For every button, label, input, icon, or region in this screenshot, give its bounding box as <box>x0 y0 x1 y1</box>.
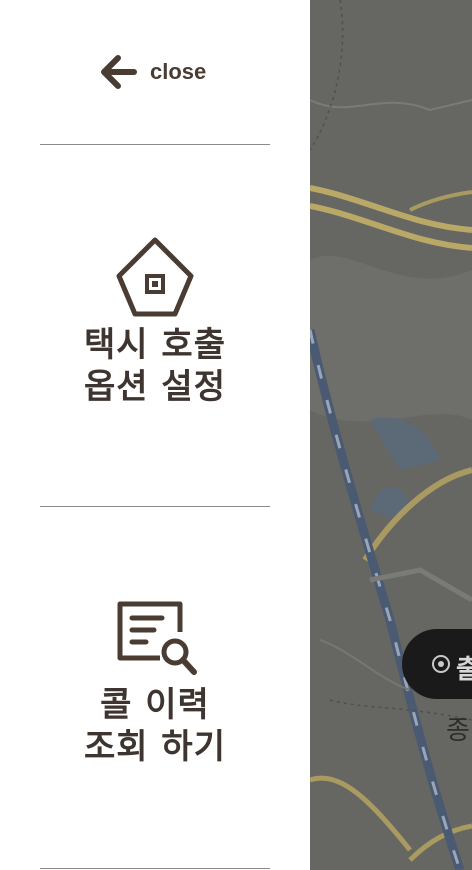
house-icon <box>116 237 194 317</box>
map-place-label: 종 <box>446 716 470 746</box>
map-location-pill[interactable]: 출 <box>402 629 472 699</box>
map-pill-text: 출 <box>456 655 472 685</box>
close-button[interactable]: close <box>98 52 206 92</box>
menu-item-call-history[interactable]: 콜 이력 조회 하기 <box>40 598 270 768</box>
menu-label-line1: 택시 호출 <box>84 325 226 365</box>
menu-label-line2: 옵션 설정 <box>84 367 226 407</box>
divider <box>40 868 270 869</box>
menu-label-line1: 콜 이력 <box>100 685 210 725</box>
menu-item-taxi-call-options[interactable]: 택시 호출 옵션 설정 <box>40 234 270 408</box>
close-label: close <box>150 59 207 84</box>
document-search-icon <box>117 601 197 675</box>
side-drawer: close 택시 호출 옵션 설정 콜 이력 조회 하기 <box>0 0 310 870</box>
arrow-left-icon <box>101 55 137 89</box>
target-icon <box>432 655 450 673</box>
menu-label-line2: 조회 하기 <box>84 727 226 767</box>
divider <box>40 506 270 507</box>
divider <box>40 144 270 145</box>
